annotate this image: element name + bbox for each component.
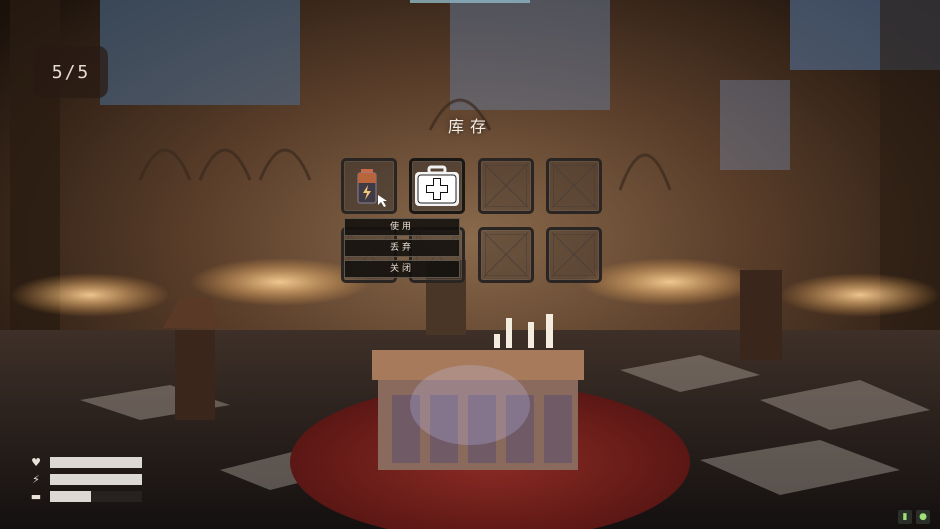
- inventory-slot-1[interactable]: [341, 158, 397, 214]
- inventory-slot-2[interactable]: [409, 158, 465, 214]
- battery-stat: ▬: [28, 491, 142, 502]
- cathedral-scene-background: [0, 0, 940, 529]
- item-context-menu: 使用 丢弃 关闭: [344, 218, 460, 281]
- inventory-slot-8[interactable]: [546, 227, 602, 283]
- inventory-slot-7[interactable]: [478, 227, 534, 283]
- close-menu-button[interactable]: 关闭: [344, 260, 460, 278]
- health-bar-fill: [50, 457, 142, 468]
- stamina-stat: ⚡: [28, 474, 142, 485]
- health-bar: [50, 457, 142, 468]
- counter-text: 5/5: [51, 61, 91, 83]
- inventory-slot-4[interactable]: [546, 158, 602, 214]
- status-icon: ●: [916, 510, 930, 524]
- item-counter: 5/5: [34, 46, 108, 98]
- battery-icon: ▬: [30, 490, 42, 503]
- discard-button[interactable]: 丢弃: [344, 239, 460, 257]
- use-button[interactable]: 使用: [344, 218, 460, 236]
- top-indicator: [410, 0, 530, 3]
- system-tray: ▮ ●: [898, 510, 930, 524]
- medkit-icon: [415, 165, 459, 206]
- stamina-bar: [50, 474, 142, 485]
- battery-icon: [357, 169, 387, 207]
- battery-bar-fill: [50, 491, 92, 502]
- scene-art: [0, 0, 940, 529]
- health-stat: ♥: [28, 457, 142, 468]
- battery-bar: [50, 491, 142, 502]
- inventory-slot-3[interactable]: [478, 158, 534, 214]
- stamina-bar-fill: [50, 474, 142, 485]
- stamina-bolt-icon: ⚡: [32, 473, 40, 486]
- microphone-icon: ▮: [898, 510, 912, 524]
- heart-icon: ♥: [31, 456, 41, 469]
- inventory-title: 库存: [447, 117, 492, 136]
